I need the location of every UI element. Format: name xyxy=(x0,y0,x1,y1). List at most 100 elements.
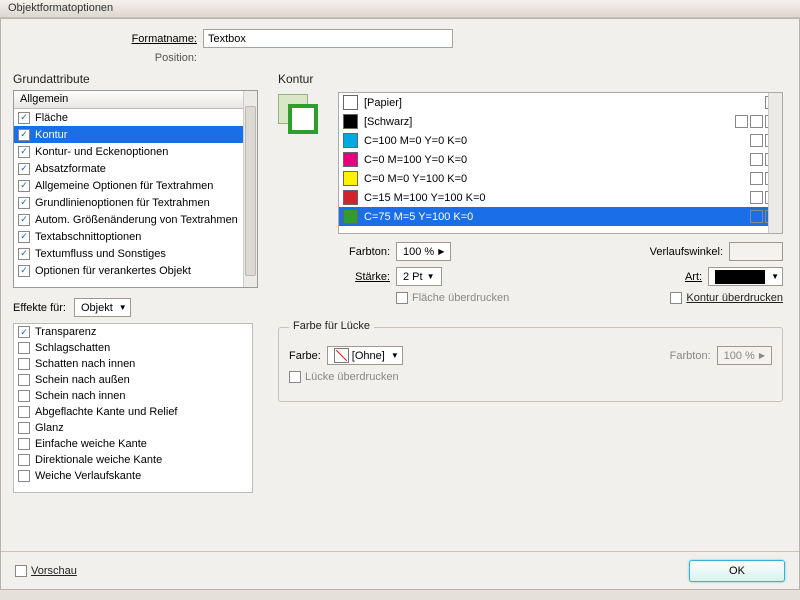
check-icon xyxy=(18,342,30,354)
check-icon xyxy=(18,163,30,175)
check-icon xyxy=(18,390,30,402)
formatname-input[interactable] xyxy=(203,29,453,48)
position-label: Position: xyxy=(13,52,203,64)
attribute-item[interactable]: Autom. Größenänderung von Textrahmen xyxy=(14,211,257,228)
art-combo[interactable]: ▼ xyxy=(708,267,783,286)
attribute-item[interactable]: Kontur- und Eckenoptionen xyxy=(14,143,257,160)
stroke-preview xyxy=(278,94,320,136)
flaeche-ueberdrucken-check[interactable]: Fläche überdrucken xyxy=(396,292,509,304)
effects-listbox[interactable]: TransparenzSchlagschattenSchatten nach i… xyxy=(13,323,253,493)
effects-label: Effekte für: xyxy=(13,302,66,314)
swatch-listbox[interactable]: [Papier][Schwarz]C=100 M=0 Y=0 K=0C=0 M=… xyxy=(338,92,783,234)
check-icon xyxy=(18,129,30,141)
check-icon xyxy=(18,358,30,370)
swatch-mode-icon xyxy=(750,172,763,185)
staerke-label: Stärke: xyxy=(338,271,390,283)
check-icon xyxy=(18,438,30,450)
effects-target-combo[interactable]: Objekt▼ xyxy=(74,298,131,317)
check-icon xyxy=(18,197,30,209)
swatch-mode-icon xyxy=(750,115,763,128)
effect-item[interactable]: Schein nach außen xyxy=(14,372,252,388)
dialog-footer: Vorschau OK xyxy=(1,551,799,589)
check-icon xyxy=(18,231,30,243)
check-icon xyxy=(18,265,30,277)
effect-item[interactable]: Schatten nach innen xyxy=(14,356,252,372)
swatch-color-icon xyxy=(343,152,358,167)
check-icon xyxy=(18,454,30,466)
kontur-title: Kontur xyxy=(278,72,787,86)
swatch-color-icon xyxy=(343,190,358,205)
check-icon xyxy=(18,326,30,338)
swatch-mode-icon xyxy=(735,115,748,128)
effect-item[interactable]: Schlagschatten xyxy=(14,340,252,356)
none-swatch-icon xyxy=(334,348,349,363)
gap-farbton-label: Farbton: xyxy=(670,350,711,362)
gap-title: Farbe für Lücke xyxy=(289,320,374,332)
attribute-scrollbar[interactable] xyxy=(243,91,257,287)
swatch-color-icon xyxy=(343,133,358,148)
gap-ueberdrucken-check: Lücke überdrucken xyxy=(289,371,399,383)
attribute-item[interactable]: Absatzformate xyxy=(14,160,257,177)
solid-stroke-icon xyxy=(715,270,765,284)
verlaufswinkel-field[interactable] xyxy=(729,242,783,261)
attribute-item[interactable]: Kontur xyxy=(14,126,257,143)
right-column: Kontur [Papier][Schwarz]C=100 M=0 Y=0 K=… xyxy=(278,72,787,493)
formatname-label: Formatname: xyxy=(13,33,203,45)
effect-item[interactable]: Einfache weiche Kante xyxy=(14,436,252,452)
window-title: Objektformatoptionen xyxy=(0,0,800,18)
swatch-color-icon xyxy=(343,209,358,224)
swatch-row[interactable]: C=75 M=5 Y=100 K=0 xyxy=(339,207,782,226)
farbton-field[interactable]: 100 %▶ xyxy=(396,242,451,261)
swatch-row[interactable]: [Schwarz] xyxy=(339,112,782,131)
swatch-color-icon xyxy=(343,95,358,110)
swatch-mode-icon xyxy=(750,134,763,147)
effect-item[interactable]: Transparenz xyxy=(14,324,252,340)
attribute-listbox[interactable]: Allgemein FlächeKonturKontur- und Eckeno… xyxy=(13,90,258,288)
check-icon xyxy=(18,422,30,434)
effect-item[interactable]: Schein nach innen xyxy=(14,388,252,404)
gap-farbton-field: 100 %▶ xyxy=(717,346,772,365)
effect-item[interactable]: Abgeflachte Kante und Relief xyxy=(14,404,252,420)
effect-item[interactable]: Direktionale weiche Kante xyxy=(14,452,252,468)
swatch-mode-icon xyxy=(750,153,763,166)
attribute-list-header: Allgemein xyxy=(14,91,257,109)
swatch-color-icon xyxy=(343,114,358,129)
swatch-scrollbar[interactable] xyxy=(768,93,782,233)
check-icon xyxy=(18,214,30,226)
dialog-body: Formatname: Position: Grundattribute All… xyxy=(0,18,800,590)
verlaufswinkel-label: Verlaufswinkel: xyxy=(650,246,723,258)
check-icon xyxy=(18,470,30,482)
left-column: Grundattribute Allgemein FlächeKonturKon… xyxy=(13,72,258,493)
farbton-label: Farbton: xyxy=(338,246,390,258)
swatch-mode-icon xyxy=(750,210,763,223)
gap-group: Farbe für Lücke Farbe: [Ohne]▼ Farbton: … xyxy=(278,327,783,402)
swatch-row[interactable]: [Papier] xyxy=(339,93,782,112)
swatch-mode-icon xyxy=(750,191,763,204)
swatch-row[interactable]: C=0 M=100 Y=0 K=0 xyxy=(339,150,782,169)
art-label: Art: xyxy=(685,271,702,283)
vorschau-check[interactable]: Vorschau xyxy=(15,565,77,577)
kontur-ueberdrucken-check[interactable]: Kontur überdrucken xyxy=(670,292,783,304)
gap-farbe-label: Farbe: xyxy=(289,350,321,362)
check-icon xyxy=(18,374,30,386)
attribute-item[interactable]: Textumfluss und Sonstiges xyxy=(14,245,257,262)
attribute-item[interactable]: Fläche xyxy=(14,109,257,126)
check-icon xyxy=(18,248,30,260)
check-icon xyxy=(18,406,30,418)
swatch-row[interactable]: C=0 M=0 Y=100 K=0 xyxy=(339,169,782,188)
gap-farbe-combo[interactable]: [Ohne]▼ xyxy=(327,346,403,365)
check-icon xyxy=(18,146,30,158)
effect-item[interactable]: Glanz xyxy=(14,420,252,436)
check-icon xyxy=(18,112,30,124)
swatch-row[interactable]: C=100 M=0 Y=0 K=0 xyxy=(339,131,782,150)
attribute-item[interactable]: Allgemeine Optionen für Textrahmen xyxy=(14,177,257,194)
swatch-row[interactable]: C=15 M=100 Y=100 K=0 xyxy=(339,188,782,207)
swatch-color-icon xyxy=(343,171,358,186)
effect-item[interactable]: Weiche Verlaufskante xyxy=(14,468,252,484)
attribute-item[interactable]: Optionen für verankertes Objekt xyxy=(14,262,257,279)
staerke-field[interactable]: 2 Pt▼ xyxy=(396,267,442,286)
attribute-item[interactable]: Textabschnittoptionen xyxy=(14,228,257,245)
grundattribute-title: Grundattribute xyxy=(13,72,258,86)
attribute-item[interactable]: Grundlinienoptionen für Textrahmen xyxy=(14,194,257,211)
ok-button[interactable]: OK xyxy=(689,560,785,582)
